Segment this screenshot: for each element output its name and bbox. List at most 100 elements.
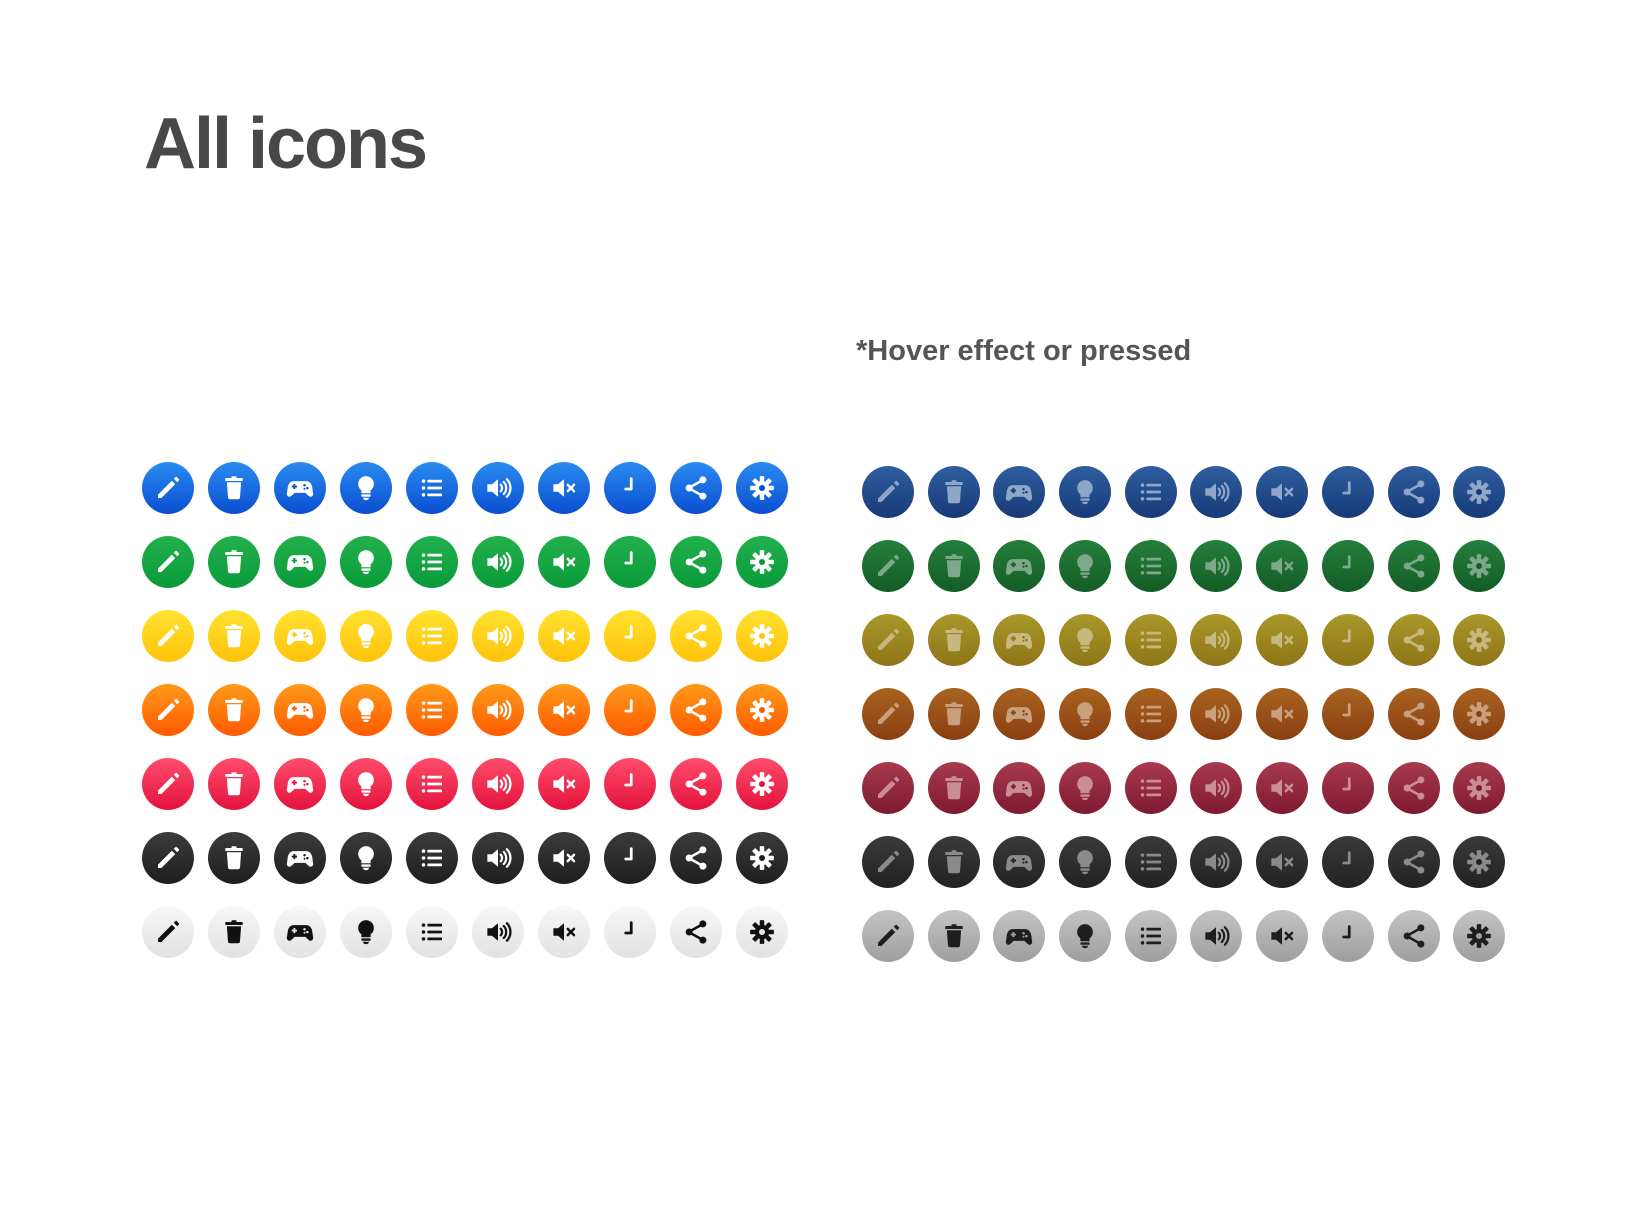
clock-button-light[interactable] xyxy=(604,906,656,958)
clock-button-green-hover[interactable] xyxy=(1321,540,1374,592)
mute-button-orange[interactable] xyxy=(538,684,590,736)
mute-button-red[interactable] xyxy=(538,758,590,810)
share-button-red[interactable] xyxy=(670,758,722,810)
mute-button-yellow-hover[interactable] xyxy=(1256,614,1309,666)
gear-button-yellow[interactable] xyxy=(736,610,788,662)
gamepad-button-light-hover[interactable] xyxy=(993,910,1046,962)
volume-button-red[interactable] xyxy=(472,758,524,810)
trash-button-blue[interactable] xyxy=(208,462,260,514)
gamepad-button-dark[interactable] xyxy=(274,832,326,884)
share-button-yellow-hover[interactable] xyxy=(1387,614,1440,666)
gear-button-blue-hover[interactable] xyxy=(1453,466,1506,518)
volume-button-blue[interactable] xyxy=(472,462,524,514)
bulb-button-dark-hover[interactable] xyxy=(1059,836,1112,888)
pencil-button-blue[interactable] xyxy=(142,462,194,514)
mute-button-dark[interactable] xyxy=(538,832,590,884)
gamepad-button-orange[interactable] xyxy=(274,684,326,736)
list-button-light[interactable] xyxy=(406,906,458,958)
gamepad-button-orange-hover[interactable] xyxy=(993,688,1046,740)
clock-button-orange[interactable] xyxy=(604,684,656,736)
mute-button-orange-hover[interactable] xyxy=(1256,688,1309,740)
clock-button-blue-hover[interactable] xyxy=(1321,466,1374,518)
list-button-blue-hover[interactable] xyxy=(1124,466,1177,518)
trash-button-red-hover[interactable] xyxy=(927,762,980,814)
gamepad-button-blue[interactable] xyxy=(274,462,326,514)
bulb-button-green[interactable] xyxy=(340,536,392,588)
bulb-button-light-hover[interactable] xyxy=(1059,910,1112,962)
gear-button-dark[interactable] xyxy=(736,832,788,884)
pencil-button-green-hover[interactable] xyxy=(862,540,914,592)
volume-button-orange-hover[interactable] xyxy=(1190,688,1243,740)
gear-button-light-hover[interactable] xyxy=(1453,910,1506,962)
clock-button-yellow[interactable] xyxy=(604,610,656,662)
trash-button-red[interactable] xyxy=(208,758,260,810)
bulb-button-dark[interactable] xyxy=(340,832,392,884)
mute-button-yellow[interactable] xyxy=(538,610,590,662)
list-button-light-hover[interactable] xyxy=(1124,910,1177,962)
trash-button-green-hover[interactable] xyxy=(927,540,980,592)
gamepad-button-dark-hover[interactable] xyxy=(993,836,1046,888)
trash-button-orange[interactable] xyxy=(208,684,260,736)
volume-button-dark-hover[interactable] xyxy=(1190,836,1243,888)
list-button-red-hover[interactable] xyxy=(1124,762,1177,814)
clock-button-light-hover[interactable] xyxy=(1321,910,1374,962)
bulb-button-orange[interactable] xyxy=(340,684,392,736)
list-button-red[interactable] xyxy=(406,758,458,810)
share-button-orange-hover[interactable] xyxy=(1387,688,1440,740)
volume-button-green-hover[interactable] xyxy=(1190,540,1243,592)
gear-button-green-hover[interactable] xyxy=(1453,540,1506,592)
bulb-button-yellow-hover[interactable] xyxy=(1059,614,1112,666)
share-button-red-hover[interactable] xyxy=(1387,762,1440,814)
pencil-button-yellow-hover[interactable] xyxy=(862,614,914,666)
gamepad-button-blue-hover[interactable] xyxy=(993,466,1046,518)
bulb-button-orange-hover[interactable] xyxy=(1059,688,1112,740)
share-button-light[interactable] xyxy=(670,906,722,958)
list-button-green[interactable] xyxy=(406,536,458,588)
list-button-blue[interactable] xyxy=(406,462,458,514)
bulb-button-green-hover[interactable] xyxy=(1059,540,1112,592)
pencil-button-red[interactable] xyxy=(142,758,194,810)
trash-button-light-hover[interactable] xyxy=(927,910,980,962)
bulb-button-blue[interactable] xyxy=(340,462,392,514)
share-button-orange[interactable] xyxy=(670,684,722,736)
mute-button-light[interactable] xyxy=(538,906,590,958)
clock-button-green[interactable] xyxy=(604,536,656,588)
mute-button-dark-hover[interactable] xyxy=(1256,836,1309,888)
mute-button-blue-hover[interactable] xyxy=(1256,466,1309,518)
volume-button-orange[interactable] xyxy=(472,684,524,736)
trash-button-green[interactable] xyxy=(208,536,260,588)
list-button-orange-hover[interactable] xyxy=(1124,688,1177,740)
list-button-dark-hover[interactable] xyxy=(1124,836,1177,888)
share-button-blue[interactable] xyxy=(670,462,722,514)
gear-button-yellow-hover[interactable] xyxy=(1453,614,1506,666)
trash-button-blue-hover[interactable] xyxy=(927,466,980,518)
bulb-button-blue-hover[interactable] xyxy=(1059,466,1112,518)
trash-button-light[interactable] xyxy=(208,906,260,958)
pencil-button-yellow[interactable] xyxy=(142,610,194,662)
volume-button-blue-hover[interactable] xyxy=(1190,466,1243,518)
gear-button-red-hover[interactable] xyxy=(1453,762,1506,814)
mute-button-green[interactable] xyxy=(538,536,590,588)
mute-button-green-hover[interactable] xyxy=(1256,540,1309,592)
share-button-light-hover[interactable] xyxy=(1387,910,1440,962)
volume-button-light[interactable] xyxy=(472,906,524,958)
clock-button-orange-hover[interactable] xyxy=(1321,688,1374,740)
pencil-button-dark-hover[interactable] xyxy=(862,836,914,888)
gear-button-green[interactable] xyxy=(736,536,788,588)
pencil-button-light-hover[interactable] xyxy=(862,910,914,962)
mute-button-light-hover[interactable] xyxy=(1256,910,1309,962)
gear-button-red[interactable] xyxy=(736,758,788,810)
gamepad-button-green-hover[interactable] xyxy=(993,540,1046,592)
pencil-button-red-hover[interactable] xyxy=(862,762,914,814)
share-button-dark-hover[interactable] xyxy=(1387,836,1440,888)
list-button-yellow[interactable] xyxy=(406,610,458,662)
gear-button-orange-hover[interactable] xyxy=(1453,688,1506,740)
list-button-orange[interactable] xyxy=(406,684,458,736)
gamepad-button-yellow[interactable] xyxy=(274,610,326,662)
pencil-button-blue-hover[interactable] xyxy=(862,466,914,518)
bulb-button-red-hover[interactable] xyxy=(1059,762,1112,814)
pencil-button-orange-hover[interactable] xyxy=(862,688,914,740)
share-button-green[interactable] xyxy=(670,536,722,588)
gamepad-button-red-hover[interactable] xyxy=(993,762,1046,814)
pencil-button-orange[interactable] xyxy=(142,684,194,736)
